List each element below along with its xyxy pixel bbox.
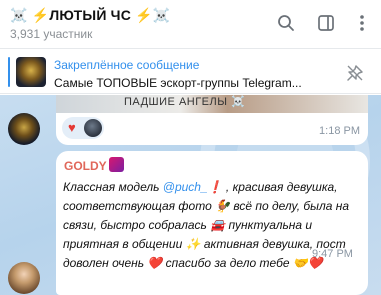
message-text-part: Классная модель bbox=[63, 180, 163, 194]
search-icon[interactable] bbox=[276, 13, 296, 33]
pinned-indicator bbox=[8, 57, 10, 87]
message-caption: ПАДШИЕ АНГЕЛЫ ☠️ bbox=[124, 96, 246, 108]
member-count: 3,931 участник bbox=[10, 27, 93, 41]
heart-icon: ♥ bbox=[68, 120, 76, 135]
mention-link[interactable]: @puch_ bbox=[163, 180, 208, 194]
avatar[interactable] bbox=[8, 113, 40, 145]
message-bubble[interactable]: ПАДШИЕ АНГЕЛЫ ☠️ ♥ 1:18 PM bbox=[56, 95, 368, 145]
message-time: 1:18 PM bbox=[319, 125, 360, 137]
pinned-message-bar[interactable]: Закреплённое сообщение Самые ТОПОВЫЕ эск… bbox=[0, 48, 381, 94]
sender-name[interactable]: GOLDY bbox=[64, 159, 107, 173]
unpin-icon[interactable] bbox=[345, 63, 365, 83]
chat-header: ☠️ ⚡ЛЮТЫЙ ЧС ⚡☠️ 3,931 участник bbox=[0, 0, 381, 48]
pinned-text: Самые ТОПОВЫЕ эскорт-группы Telegram... bbox=[54, 76, 302, 90]
chat-title[interactable]: ☠️ ⚡ЛЮТЫЙ ЧС ⚡☠️ bbox=[10, 7, 170, 24]
pinned-thumbnail bbox=[16, 57, 46, 87]
reaction-avatar bbox=[84, 119, 102, 137]
pinned-title: Закреплённое сообщение bbox=[54, 58, 200, 72]
avatar[interactable] bbox=[8, 262, 40, 294]
more-vertical-icon[interactable] bbox=[352, 13, 372, 33]
sender-badge-icon bbox=[109, 157, 124, 172]
message-bubble[interactable]: GOLDY Классная модель @puch_❗ , красивая… bbox=[56, 151, 368, 295]
sidebar-toggle-icon[interactable] bbox=[316, 13, 336, 33]
message-list[interactable]: ПАДШИЕ АНГЕЛЫ ☠️ ♥ 1:18 PM GOLDY Классна… bbox=[0, 95, 381, 295]
message-time: 9:47 PM bbox=[312, 248, 353, 260]
reaction-chip[interactable]: ♥ bbox=[62, 117, 104, 139]
